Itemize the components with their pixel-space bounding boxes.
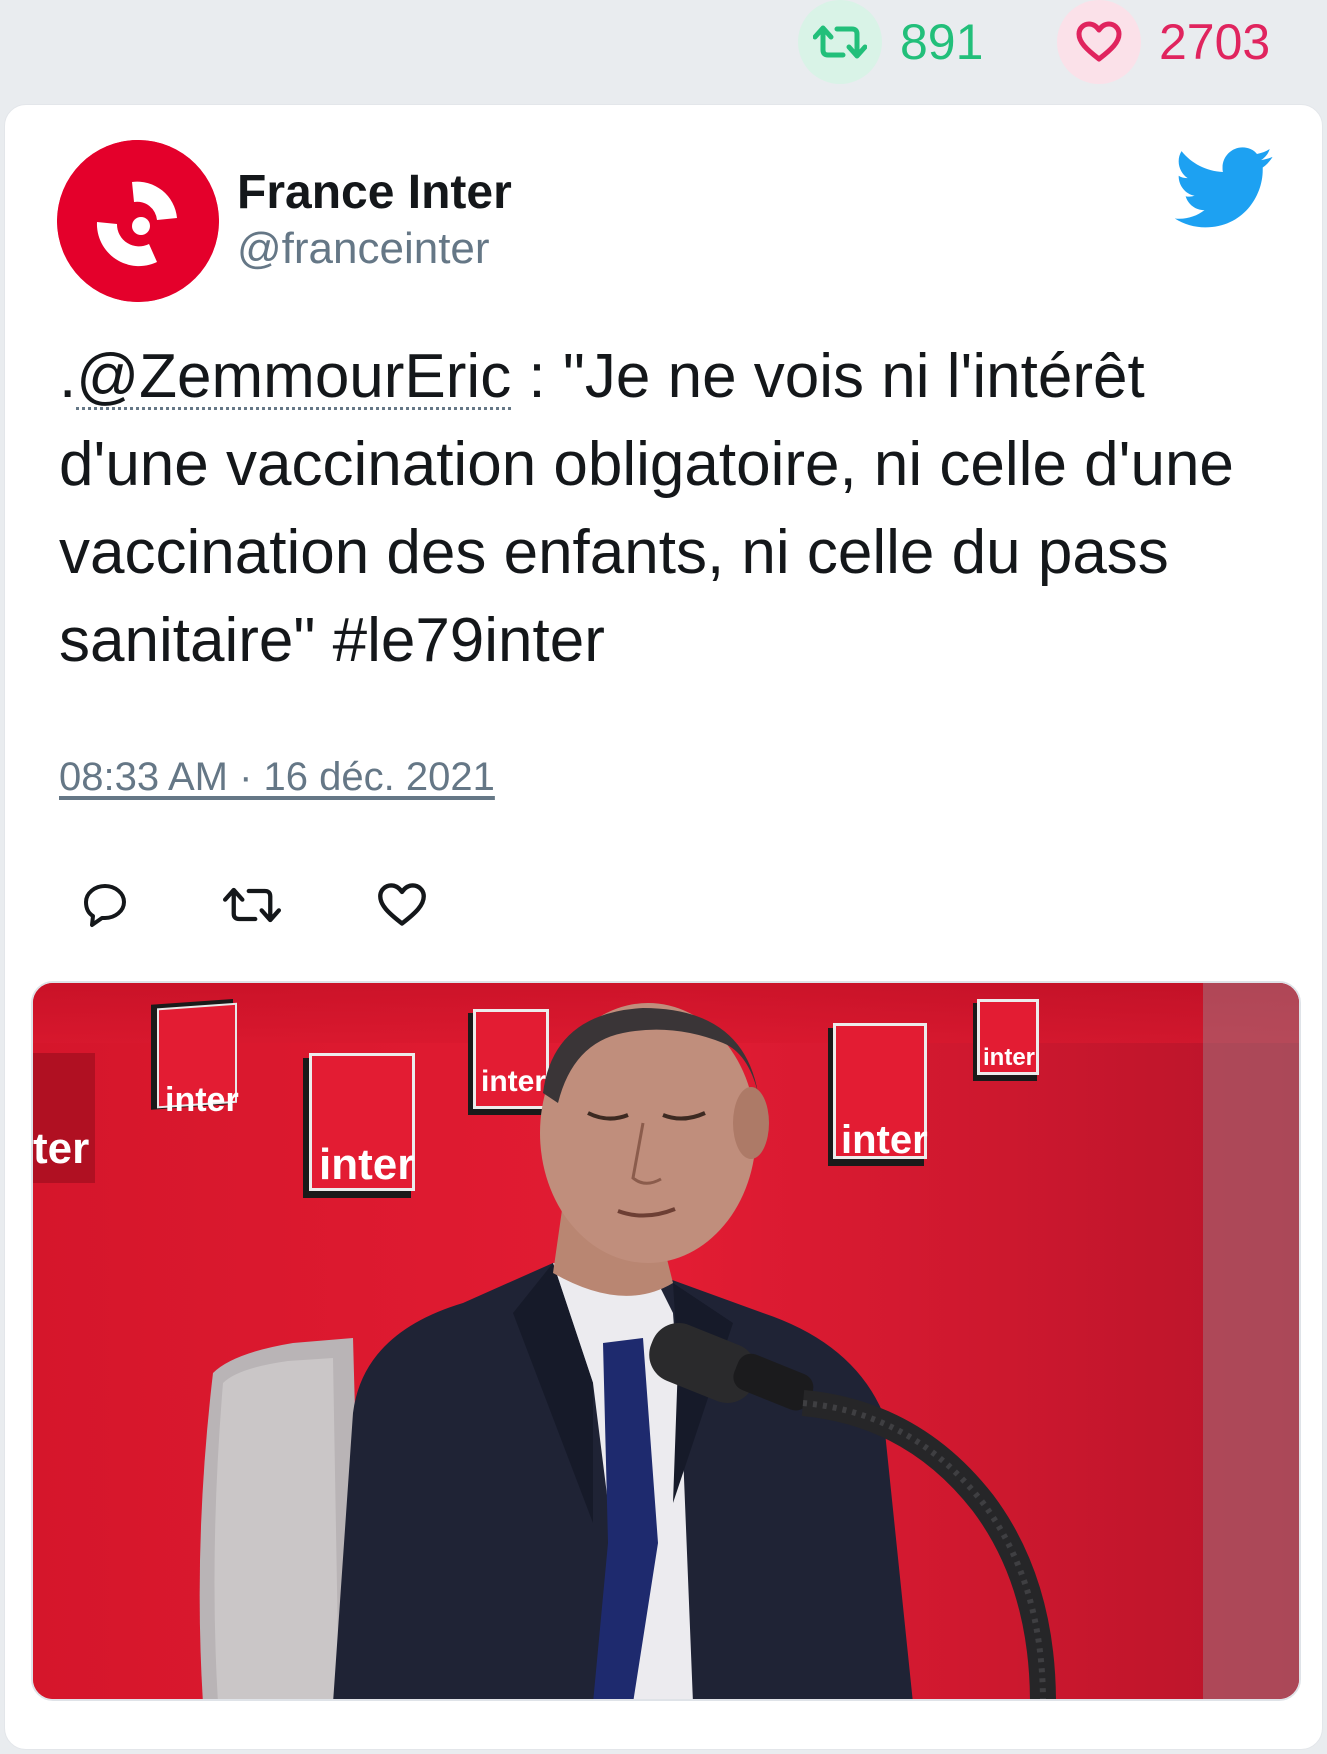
tweet-text: .@ZemmourEric : "Je ne vois ni l'intérêt…	[59, 333, 1289, 685]
backdrop-logo: inter	[303, 1053, 415, 1198]
photo-illustration: ter inter inter inter inter inter	[33, 983, 1299, 1699]
author-handle[interactable]: @franceinter	[237, 223, 512, 275]
twitter-bird-icon[interactable]	[1174, 147, 1275, 229]
heart-icon	[378, 883, 426, 926]
reply-button[interactable]	[75, 875, 135, 935]
author-name[interactable]: France Inter	[237, 165, 512, 221]
reply-icon	[84, 884, 126, 927]
like-count: 2703	[1159, 14, 1271, 70]
france-inter-logo-icon	[57, 140, 219, 302]
heart-icon	[1057, 0, 1141, 84]
retweet-icon	[798, 0, 882, 84]
svg-text:ter: ter	[33, 1124, 89, 1173]
avatar[interactable]	[57, 140, 219, 302]
retweet-count-stat[interactable]: 891	[798, 0, 983, 84]
backdrop-logo-text: inter	[983, 1044, 1035, 1071]
tweet-text-prefix: .	[59, 342, 77, 411]
backdrop-logo-text: inter	[165, 1081, 239, 1119]
retweet-count: 891	[900, 14, 984, 70]
backdrop-logo: inter	[468, 1009, 549, 1115]
backdrop-logo-text: inter	[481, 1065, 546, 1098]
retweet-button[interactable]	[222, 875, 282, 935]
author-block[interactable]: France Inter @franceinter	[237, 165, 512, 275]
mention-link[interactable]: @ZemmourEric	[76, 342, 511, 411]
engagement-stats-bar: 891 2703	[0, 0, 1327, 100]
like-button[interactable]	[372, 875, 432, 935]
backdrop-logo: inter	[973, 999, 1039, 1081]
retweet-icon	[223, 887, 281, 923]
backdrop-logo-text: inter	[841, 1118, 928, 1162]
like-count-stat[interactable]: 2703	[1057, 0, 1270, 84]
backdrop-logo: inter	[151, 999, 239, 1119]
tweet-timestamp[interactable]: 08:33 AM · 16 déc. 2021	[59, 755, 495, 800]
tweet-media-photo[interactable]: ter inter inter inter inter inter	[31, 981, 1301, 1701]
tweet-card[interactable]: France Inter @franceinter .@ZemmourEric …	[4, 104, 1323, 1750]
backdrop-logo: ter	[33, 1053, 95, 1183]
backdrop-logo-text: inter	[319, 1140, 414, 1189]
backdrop-logo: inter	[828, 1023, 928, 1166]
